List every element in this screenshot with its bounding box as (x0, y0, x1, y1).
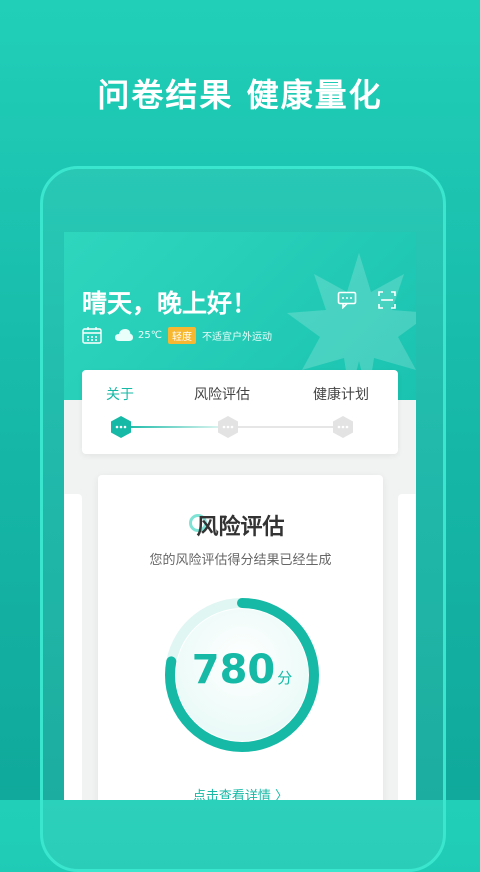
temperature-text: 25℃ (138, 329, 162, 341)
message-icon[interactable] (336, 289, 358, 311)
step-dots-icon (111, 416, 131, 438)
headline: 问卷结果 健康量化 (97, 76, 383, 114)
greeting-text: 晴天，晚上好！ (82, 289, 258, 318)
step-risk-assessment[interactable]: 风险评估 (194, 384, 250, 404)
step-about[interactable]: 关于 (106, 384, 134, 404)
risk-result-card: 风险评估 您的风险评估得分结果已经生成 780 分 点击查看详情 〉 (98, 475, 383, 800)
view-details-link[interactable]: 点击查看详情 〉 (98, 785, 383, 800)
weather-advice: 不适宜户外运动 (201, 331, 272, 343)
progress-steps: 关于 风险评估 健康计划 (82, 370, 398, 454)
step-dots-icon (218, 416, 238, 438)
step-health-plan[interactable]: 健康计划 (313, 384, 369, 404)
card-subtitle: 您的风险评估得分结果已经生成 (149, 553, 332, 568)
score-display: 780 分 (162, 647, 322, 693)
scan-icon[interactable] (376, 289, 398, 311)
progress-track-pending (228, 426, 340, 428)
weather-row: 25℃ 轻度 不适宜户外运动 (82, 326, 272, 344)
prev-card-peek[interactable] (64, 494, 82, 800)
card-title: 风险评估 (196, 515, 285, 540)
calendar-icon[interactable] (82, 326, 102, 344)
score-unit: 分 (277, 669, 293, 687)
app-screen: 晴天，晚上好！ 25℃ 轻度 不适宜户外运动 关于 风险评估 健康计划 风险评估… (64, 232, 416, 800)
progress-track-done (124, 426, 218, 428)
step-dots-icon (333, 416, 353, 438)
next-card-peek[interactable] (398, 494, 416, 800)
air-quality-badge: 轻度 (167, 326, 196, 344)
score-value: 780 (191, 647, 276, 693)
cloud-icon (115, 329, 133, 341)
